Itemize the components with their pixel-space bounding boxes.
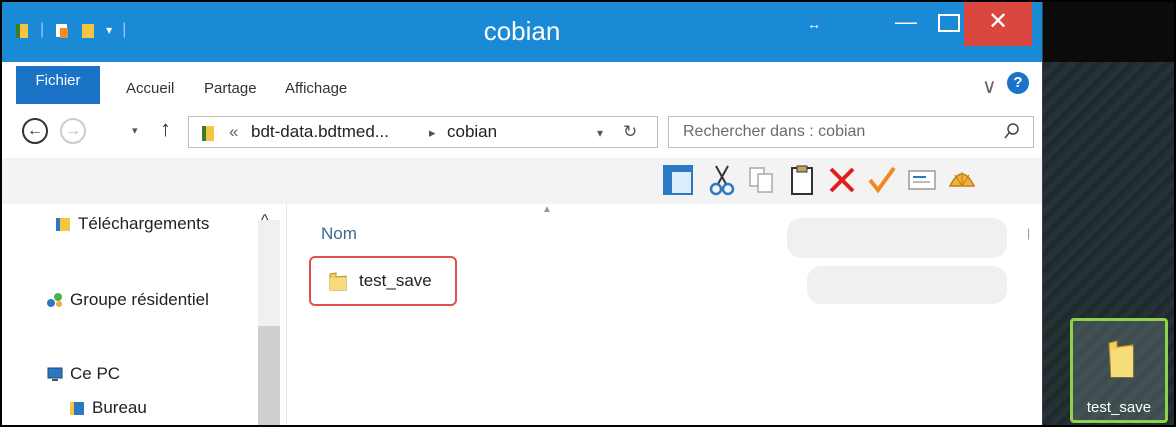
navigation-pane: ^ Téléchargements Groupe résidentiel Ce … bbox=[2, 204, 287, 425]
back-button[interactable]: ← bbox=[22, 118, 48, 144]
tab-partage[interactable]: Partage bbox=[204, 80, 257, 97]
breadcrumb-server[interactable]: bdt-data.bdtmed... bbox=[251, 122, 389, 142]
sort-indicator-icon: ▲ bbox=[542, 204, 552, 215]
delete-icon[interactable] bbox=[826, 164, 858, 196]
nav-item-label: Téléchargements bbox=[78, 214, 210, 233]
desktop-folder-icon bbox=[70, 402, 84, 415]
nav-item-telechargements[interactable]: Téléchargements bbox=[54, 214, 209, 234]
blurred-column-header bbox=[787, 218, 1007, 258]
expand-ribbon-icon[interactable]: ∨ bbox=[982, 74, 997, 99]
column-header-nom[interactable]: Nom bbox=[321, 224, 357, 244]
close-icon: ✕ bbox=[987, 8, 1009, 35]
minimize-button[interactable]: — bbox=[882, 2, 930, 46]
desktop-icon-test-save[interactable]: test_save bbox=[1070, 318, 1168, 423]
minimize-icon: — bbox=[895, 9, 917, 34]
address-row: ← → ▾ ↑ « bdt-data.bdtmed... ▸ cobian ▾ … bbox=[2, 108, 1042, 158]
breadcrumb-cobian[interactable]: cobian bbox=[447, 122, 497, 142]
ribbon-tabs: Fichier Accueil Partage Affichage ∨ ? bbox=[2, 62, 1042, 109]
forward-button[interactable]: → bbox=[60, 118, 86, 144]
list-item-test-save[interactable]: test_save bbox=[309, 256, 457, 306]
help-icon[interactable]: ? bbox=[1007, 72, 1029, 94]
column-edge: | bbox=[1027, 226, 1031, 240]
tab-affichage[interactable]: Affichage bbox=[285, 80, 347, 97]
search-box[interactable]: Rechercher dans : cobian bbox=[668, 116, 1034, 148]
nav-scroll-up-icon[interactable]: ^ bbox=[261, 212, 269, 230]
nav-item-groupe-residentiel[interactable]: Groupe résidentiel bbox=[46, 290, 209, 310]
desktop-icon-label: test_save bbox=[1086, 399, 1152, 416]
folder-icon bbox=[202, 126, 214, 141]
paste-icon[interactable] bbox=[786, 164, 818, 196]
shell-icon[interactable] bbox=[946, 164, 978, 196]
nav-item-label: Groupe résidentiel bbox=[70, 290, 209, 309]
desktop-top-strip bbox=[1042, 2, 1174, 62]
maximize-icon bbox=[938, 14, 960, 32]
blurred-cell bbox=[807, 266, 1007, 304]
recent-locations-icon[interactable]: ▾ bbox=[132, 124, 138, 137]
search-placeholder: Rechercher dans : cobian bbox=[683, 123, 866, 140]
search-icon[interactable] bbox=[1003, 121, 1021, 143]
breadcrumb-separator-icon[interactable]: ▸ bbox=[429, 125, 436, 141]
folder-icon bbox=[329, 272, 347, 291]
computer-icon bbox=[47, 367, 63, 381]
properties-card-icon[interactable] bbox=[906, 164, 938, 196]
tab-fichier[interactable]: Fichier bbox=[16, 66, 100, 104]
command-toolbar bbox=[2, 158, 1042, 205]
folder-icon bbox=[1108, 340, 1134, 378]
nav-item-bureau[interactable]: Bureau bbox=[68, 398, 147, 418]
tab-accueil[interactable]: Accueil bbox=[126, 80, 174, 97]
resize-icon: ↔ bbox=[807, 16, 821, 32]
nav-scrollbar-thumb[interactable] bbox=[258, 326, 280, 425]
close-button[interactable]: ✕ bbox=[964, 2, 1032, 46]
list-item-label: test_save bbox=[359, 271, 432, 290]
homegroup-icon bbox=[47, 293, 62, 307]
nav-item-label: Ce PC bbox=[70, 364, 121, 383]
cut-icon[interactable] bbox=[706, 164, 738, 196]
screenshot-frame: test_save | ▾ | cobian ↔ — ✕ Fichier Acc… bbox=[0, 0, 1176, 427]
nav-item-label: Bureau bbox=[92, 398, 147, 417]
file-list: ▲ Nom | test_save bbox=[287, 204, 1042, 425]
title-bar[interactable]: | ▾ | cobian ↔ — ✕ bbox=[2, 2, 1042, 62]
address-dropdown-icon[interactable]: ▾ bbox=[597, 126, 603, 140]
up-button[interactable]: ↑ bbox=[160, 116, 171, 142]
downloads-folder-icon bbox=[56, 218, 70, 231]
explorer-window: | ▾ | cobian ↔ — ✕ Fichier Accueil Parta… bbox=[2, 2, 1043, 425]
maximize-button[interactable] bbox=[930, 2, 968, 46]
copy-icon[interactable] bbox=[746, 164, 778, 196]
preview-pane-icon[interactable] bbox=[662, 164, 694, 196]
address-bar[interactable]: « bdt-data.bdtmed... ▸ cobian ▾ ↻ bbox=[188, 116, 658, 148]
nav-item-ce-pc[interactable]: Ce PC bbox=[46, 364, 120, 384]
rename-check-icon[interactable] bbox=[866, 164, 898, 196]
refresh-icon[interactable]: ↻ bbox=[623, 122, 637, 142]
breadcrumb-overflow[interactable]: « bbox=[229, 122, 238, 142]
